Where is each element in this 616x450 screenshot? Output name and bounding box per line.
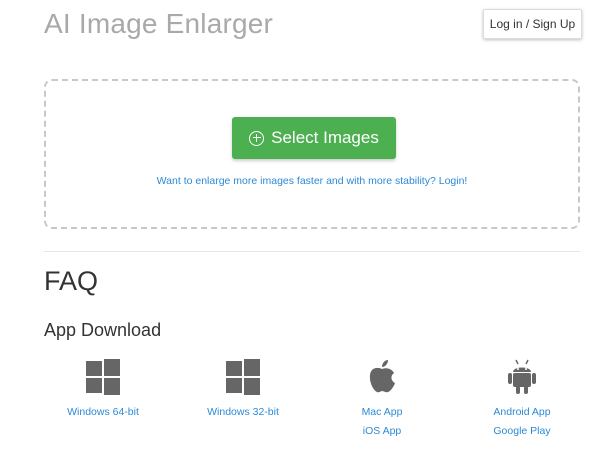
login-hint-link[interactable]: Want to enlarge more images faster and w…	[46, 175, 578, 187]
section-divider	[44, 251, 580, 252]
android-app-link[interactable]: Android App	[462, 406, 582, 418]
app-windows-64: Windows 64-bit	[43, 358, 163, 418]
app-download-heading: App Download	[44, 320, 162, 340]
mac-app-link[interactable]: Mac App	[322, 406, 442, 418]
apple-icon	[369, 360, 395, 393]
select-images-button[interactable]: Select Images	[232, 117, 396, 159]
windows-icon	[226, 359, 260, 395]
android-icon	[508, 359, 536, 394]
windows-64-link[interactable]: Windows 64-bit	[43, 406, 163, 418]
app-windows-32: Windows 32-bit	[183, 358, 303, 418]
login-signup-button[interactable]: Log in / Sign Up	[483, 9, 582, 39]
google-play-link[interactable]: Google Play	[462, 425, 582, 437]
faq-heading: FAQ	[44, 266, 99, 296]
select-images-label: Select Images	[271, 128, 379, 147]
ios-app-link[interactable]: iOS App	[322, 425, 442, 437]
app-android: Android App Google Play	[462, 358, 582, 437]
windows-icon	[86, 359, 120, 395]
upload-dropzone[interactable]: Select Images Want to enlarge more image…	[44, 79, 580, 229]
windows-32-link[interactable]: Windows 32-bit	[183, 406, 303, 418]
plus-circle-icon	[249, 130, 265, 146]
app-title: AI Image Enlarger	[44, 8, 274, 39]
app-apple: Mac App iOS App	[322, 358, 442, 437]
